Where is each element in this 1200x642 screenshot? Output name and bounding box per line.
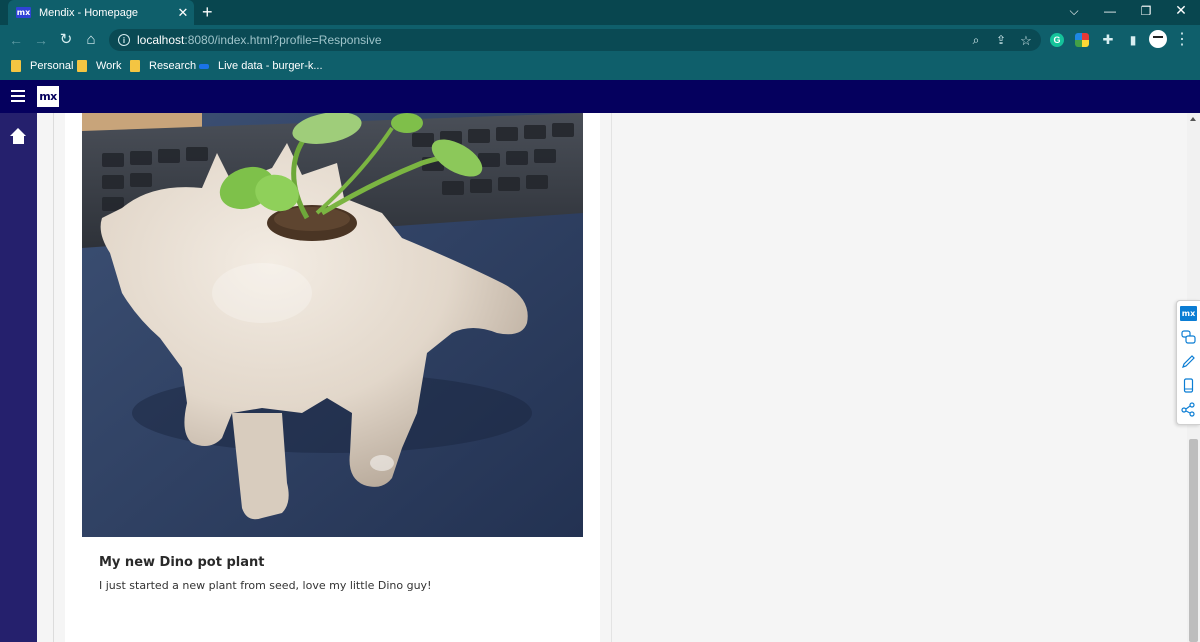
content-gutter-line: [53, 113, 54, 642]
bookmarks-bar: Personal Work Research Live data - burge…: [0, 55, 1200, 80]
browser-tab[interactable]: mx Mendix - Homepage ✕: [8, 0, 194, 25]
zoom-icon[interactable]: ⌕: [968, 33, 984, 48]
restore-button[interactable]: ❐: [1136, 4, 1156, 18]
share-icon[interactable]: ⇪: [993, 33, 1009, 47]
browser-toolbar: ← → ↻ ⌂ i localhost:8080/index.html?prof…: [0, 25, 1200, 55]
browser-tab-strip: mx Mendix - Homepage ✕ + ⌵ — ❐ ✕: [0, 0, 1200, 25]
dino-plant-photo: [82, 113, 583, 537]
address-bar[interactable]: i localhost:8080/index.html?profile=Resp…: [109, 29, 1041, 51]
back-icon[interactable]: ←: [7, 31, 25, 49]
edit-pencil-icon[interactable]: [1181, 354, 1196, 369]
grammarly-extension-icon[interactable]: G: [1050, 33, 1064, 47]
tab-search-icon[interactable]: ⌵: [1064, 4, 1084, 19]
mendix-logo[interactable]: mx: [37, 86, 59, 107]
color-extension-icon[interactable]: [1075, 33, 1089, 47]
bookmark-live-data[interactable]: Live data - burger-k...: [199, 60, 323, 72]
scroll-up-arrow-icon[interactable]: [1190, 117, 1196, 121]
minimize-button[interactable]: —: [1100, 4, 1120, 18]
url-text[interactable]: localhost:8080/index.html?profile=Respon…: [137, 33, 382, 47]
profile-avatar[interactable]: [1149, 30, 1167, 48]
column-divider: [611, 113, 612, 642]
share-nodes-icon[interactable]: [1181, 402, 1196, 417]
tab-title: Mendix - Homepage: [39, 6, 139, 19]
new-tab-button[interactable]: +: [202, 2, 213, 22]
home-icon[interactable]: ⌂: [82, 31, 100, 49]
tab-close-icon[interactable]: ✕: [172, 5, 194, 21]
app-header: mx: [0, 80, 1200, 113]
live-data-favicon: [199, 63, 209, 69]
mobile-preview-icon[interactable]: [1181, 378, 1196, 393]
site-info-icon[interactable]: i: [118, 34, 130, 46]
bookmark-star-icon[interactable]: ☆: [1018, 33, 1034, 49]
reload-icon[interactable]: ↻: [57, 31, 75, 49]
post-description: I just started a new plant from seed, lo…: [99, 579, 432, 592]
bookmark-research[interactable]: Research: [130, 60, 196, 72]
home-icon[interactable]: [10, 128, 27, 144]
feedback-chat-icon[interactable]: [1181, 330, 1196, 345]
mendix-dev-logo[interactable]: mx: [1180, 306, 1197, 321]
folder-icon: [11, 60, 21, 72]
app-sidebar: [0, 113, 37, 642]
close-window-button[interactable]: ✕: [1171, 2, 1191, 19]
browser-menu-icon[interactable]: ⋮: [1173, 31, 1191, 49]
bookmark-personal[interactable]: Personal: [11, 60, 73, 72]
mendix-favicon-icon: mx: [16, 7, 31, 18]
bookmark-work[interactable]: Work: [77, 60, 121, 72]
folder-icon: [130, 60, 140, 72]
scrollbar-thumb[interactable]: [1189, 439, 1198, 642]
forward-icon[interactable]: →: [32, 31, 50, 49]
mendix-dev-toolbar: mx: [1176, 300, 1200, 425]
post-title: My new Dino pot plant: [99, 555, 265, 570]
post-image: [82, 113, 583, 537]
extensions-puzzle-icon[interactable]: ✚: [1099, 31, 1117, 49]
side-panel-icon[interactable]: ▮: [1124, 31, 1142, 49]
hamburger-menu-icon[interactable]: [11, 90, 25, 102]
folder-icon: [77, 60, 87, 72]
